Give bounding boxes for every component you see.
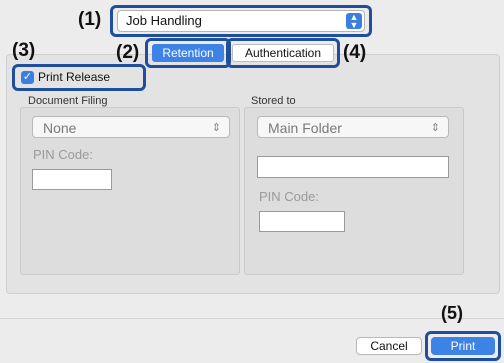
stored-to-folder-field[interactable] bbox=[257, 156, 449, 178]
stored-to-pin-field[interactable] bbox=[259, 211, 345, 232]
chevron-updown-icon: ▲ ▼ bbox=[346, 13, 362, 30]
print-button[interactable]: Print bbox=[431, 337, 495, 355]
document-filing-select-value: None bbox=[43, 120, 77, 136]
chevron-updown-icon: ⇕ bbox=[211, 122, 221, 134]
callout-1: (1) bbox=[78, 9, 102, 30]
callout-4: (4) bbox=[343, 42, 367, 63]
stored-to-pin-label: PIN Code: bbox=[259, 189, 319, 204]
document-filing-pin-field[interactable] bbox=[32, 169, 112, 190]
document-filing-title: Document Filing bbox=[28, 95, 108, 107]
print-release-checkbox[interactable]: ✓ bbox=[21, 71, 34, 84]
document-filing-select[interactable]: None ⇕ bbox=[32, 116, 230, 138]
callout-5: (5) bbox=[441, 303, 463, 323]
print-release-label: Print Release bbox=[38, 70, 111, 84]
cancel-button[interactable]: Cancel bbox=[356, 337, 422, 355]
stored-to-select[interactable]: Main Folder ⇕ bbox=[257, 116, 449, 138]
job-handling-select[interactable]: Job Handling ▲ ▼ bbox=[117, 10, 365, 32]
document-filing-pin-label: PIN Code: bbox=[33, 147, 93, 162]
job-handling-value: Job Handling bbox=[126, 13, 202, 28]
footer-divider bbox=[0, 318, 504, 319]
callout-2: (2) bbox=[116, 42, 140, 63]
stored-to-title: Stored to bbox=[251, 95, 296, 107]
chevron-updown-icon: ⇕ bbox=[430, 122, 440, 134]
stored-to-select-value: Main Folder bbox=[268, 120, 342, 136]
tab-retention[interactable]: Retention bbox=[152, 44, 224, 62]
tab-authentication[interactable]: Authentication bbox=[232, 44, 334, 62]
callout-3: (3) bbox=[12, 40, 36, 61]
